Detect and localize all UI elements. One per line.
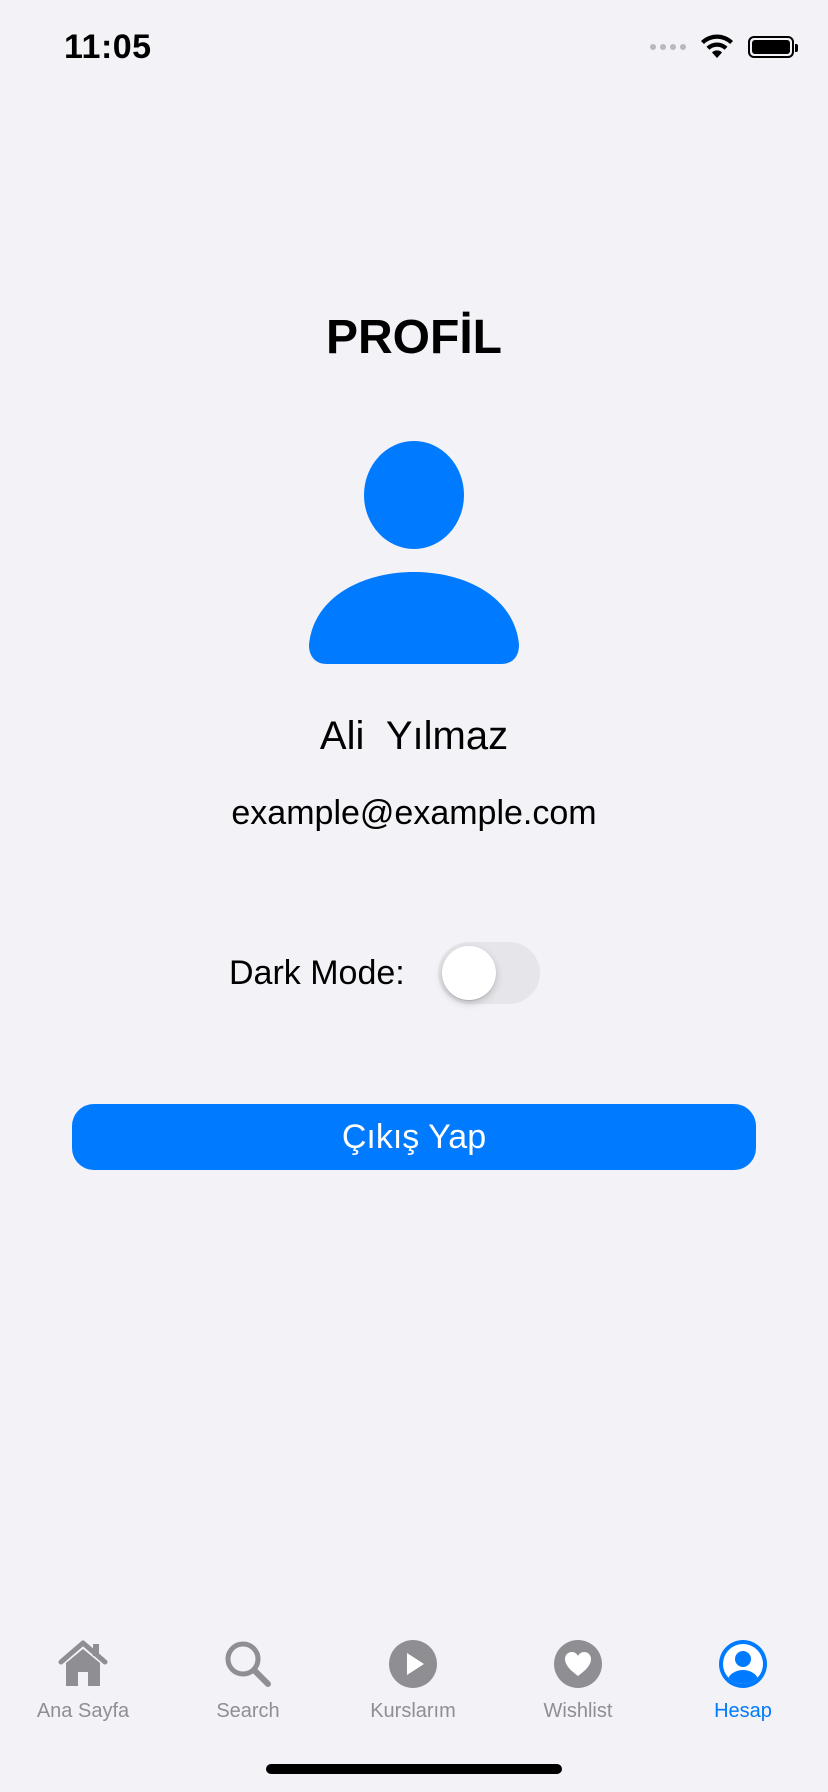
- signal-dots-icon: [650, 44, 686, 50]
- logout-button[interactable]: Çıkış Yap: [72, 1104, 756, 1170]
- tab-kurslarim[interactable]: Kurslarım: [330, 1638, 496, 1723]
- wifi-icon: [701, 34, 733, 58]
- tab-hesap[interactable]: Hesap: [660, 1638, 826, 1723]
- user-name: Ali Yılmaz: [319, 714, 509, 758]
- tab-label: Kurslarım: [370, 1700, 456, 1722]
- tab-ana-sayfa[interactable]: Ana Sayfa: [0, 1638, 166, 1723]
- dark-mode-toggle[interactable]: [438, 942, 540, 1004]
- person-circle-icon: [719, 1640, 767, 1688]
- profile-screen: 11:05 PROFİL Ali Yılmaz example@example.…: [0, 0, 828, 1792]
- tab-wishlist[interactable]: Wishlist: [495, 1638, 661, 1723]
- house-icon: [58, 1640, 108, 1686]
- tab-label: Hesap: [714, 1700, 772, 1722]
- dark-mode-row: Dark Mode:: [0, 942, 828, 1004]
- status-time: 11:05: [64, 28, 152, 66]
- tab-label: Search: [216, 1700, 280, 1722]
- tab-label: Wishlist: [543, 1700, 613, 1722]
- status-icons: [650, 34, 798, 60]
- toggle-knob: [442, 946, 496, 1000]
- status-bar: 11:05: [0, 0, 828, 100]
- heart-circle-icon: [554, 1640, 602, 1688]
- page-title: PROFİL: [326, 311, 502, 364]
- dark-mode-label: Dark Mode:: [229, 954, 405, 992]
- play-circle-icon: [389, 1640, 437, 1688]
- tab-label: Ana Sayfa: [36, 1700, 130, 1722]
- tab-bar: Ana Sayfa Search Kurslarım Wishlist Hesa…: [0, 1622, 828, 1722]
- home-indicator: [266, 1764, 562, 1774]
- magnifying-glass-icon: [225, 1641, 271, 1687]
- user-email: example@example.com: [231, 794, 597, 832]
- tab-search[interactable]: Search: [165, 1638, 331, 1723]
- battery-icon: [748, 36, 798, 58]
- person-icon: [309, 441, 519, 664]
